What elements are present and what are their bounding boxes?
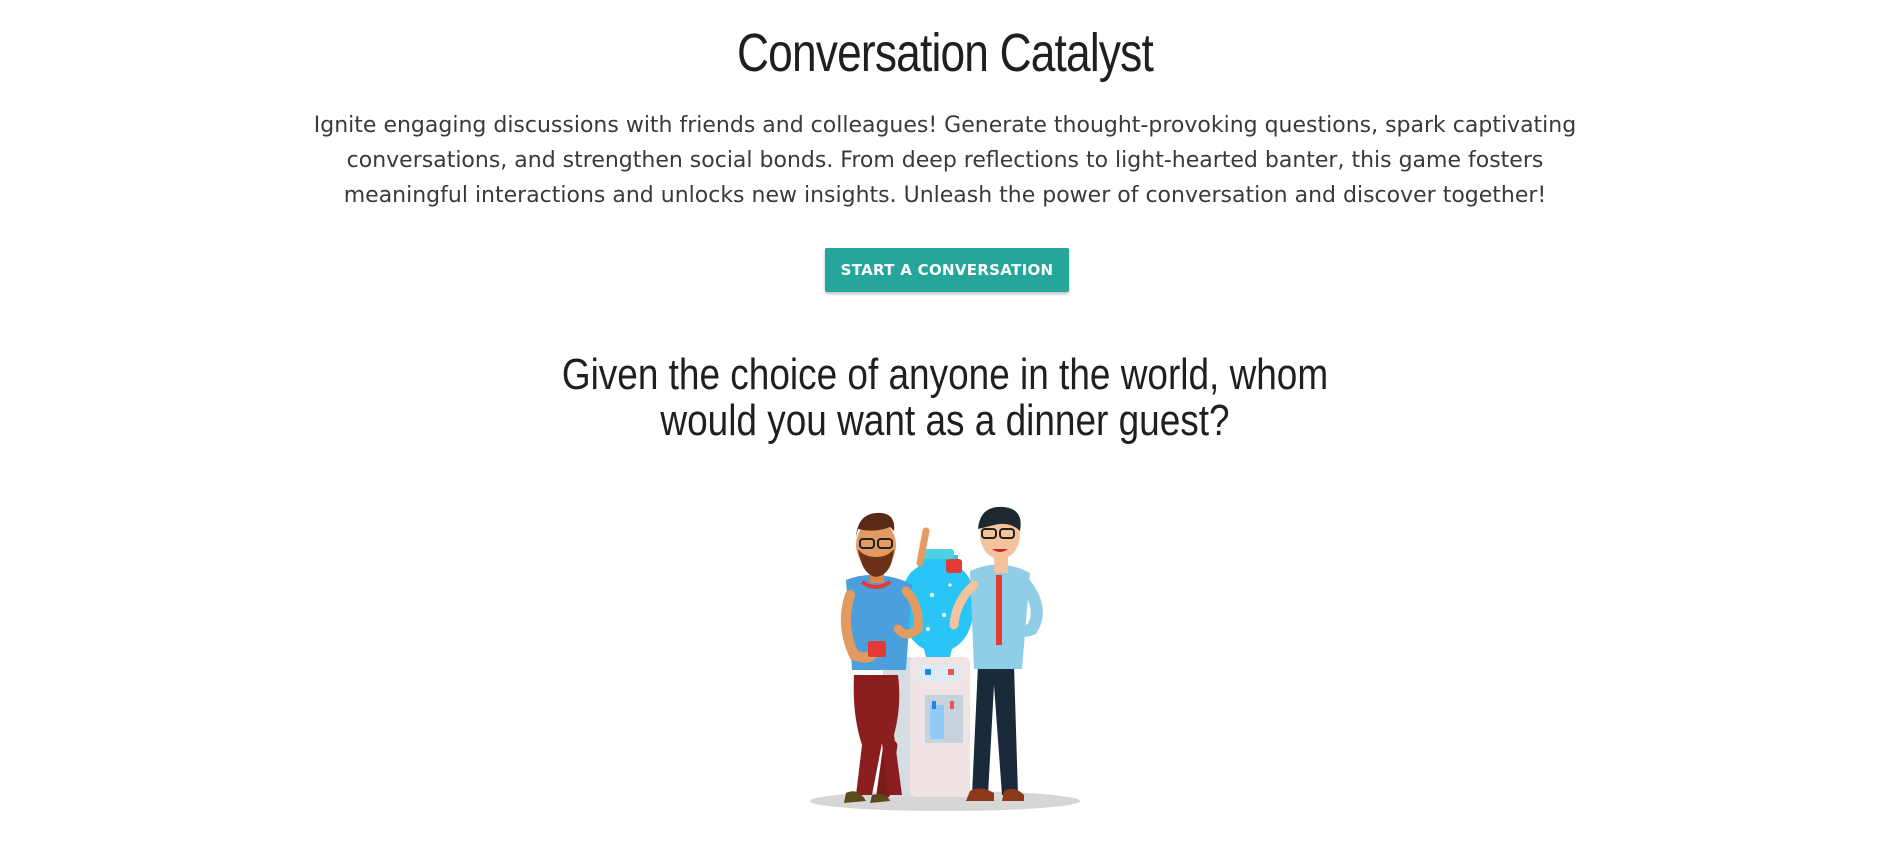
- page-description: Ignite engaging discussions with friends…: [313, 113, 1577, 208]
- page: Conversation Catalyst Ignite engaging di…: [0, 0, 1890, 849]
- start-conversation-button[interactable]: START A CONVERSATION: [825, 248, 1069, 292]
- page-title: Conversation Catalyst: [737, 23, 1154, 83]
- water-cooler-conversation-illustration: [810, 506, 1080, 811]
- question-text: Given the choice of anyone in the world,…: [561, 350, 1329, 445]
